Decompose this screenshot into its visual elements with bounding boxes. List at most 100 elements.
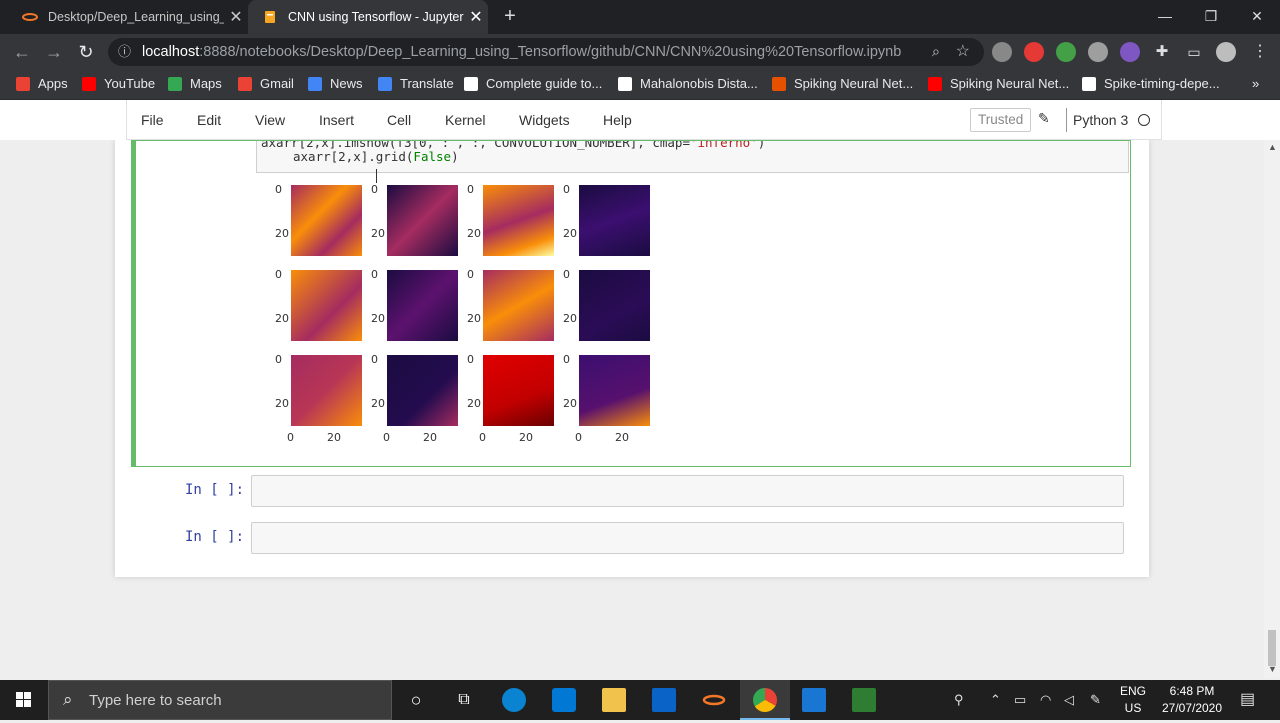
tab-desktop[interactable]: Desktop/Deep_Learning_using_Te ✕ [8, 0, 248, 34]
menu-cell[interactable]: Cell [387, 100, 411, 140]
bookmark-item[interactable]: Apps [16, 70, 68, 98]
menu-kernel[interactable]: Kernel [445, 100, 485, 140]
chrome-taskbar-button[interactable] [740, 680, 790, 720]
minimize-icon[interactable]: — [1152, 4, 1178, 28]
bookmark-item[interactable]: Spiking Neural Net... [928, 70, 1069, 98]
bookmark-item[interactable]: Maps [168, 70, 222, 98]
shield-extension-icon[interactable] [992, 42, 1012, 62]
more-bookmarks-icon[interactable]: » [1252, 70, 1259, 98]
y-tick-label: 0 [467, 353, 474, 366]
y-tick-label: 0 [371, 268, 378, 281]
language-indicator[interactable]: ENG US [1116, 683, 1150, 717]
y-tick-label: 0 [275, 268, 282, 281]
bookmark-star-icon[interactable]: ☆ [956, 38, 970, 66]
file-explorer-icon[interactable] [602, 688, 626, 712]
window-close-icon[interactable]: ✕ [1244, 4, 1270, 28]
menu-widgets[interactable]: Widgets [519, 100, 570, 140]
taskbar-search[interactable]: ⌕ Type here to search [48, 680, 392, 720]
mail-icon[interactable] [652, 688, 676, 712]
menu-edit[interactable]: Edit [197, 100, 221, 140]
trusted-badge[interactable]: Trusted [970, 108, 1032, 132]
jupyter-app-icon[interactable] [702, 688, 726, 712]
bookmark-item[interactable]: Spiking Neural Net... [772, 70, 913, 98]
empty-code-cell[interactable] [251, 475, 1124, 507]
bookmark-label: YouTube [104, 76, 156, 91]
menu-file[interactable]: File [141, 100, 164, 140]
puzzle-extensions-icon[interactable]: ✚ [1152, 42, 1172, 62]
scrollbar-thumb[interactable] [1268, 630, 1276, 666]
close-icon[interactable]: ✕ [464, 7, 488, 27]
y-tick-label: 20 [467, 227, 481, 240]
cortana-icon[interactable]: ○ [404, 688, 428, 712]
bookmark-item[interactable]: Gmail [238, 70, 294, 98]
wifi-icon[interactable]: ◠ [1040, 680, 1051, 720]
feature-map-subplot [579, 270, 650, 341]
volume-icon[interactable]: ◁ [1064, 680, 1074, 720]
start-button[interactable] [0, 680, 48, 720]
code-editor[interactable]: axarr[2,x].imshow(f3[0, : , :, CONVOLUTI… [256, 141, 1129, 173]
code-cell-selected[interactable]: axarr[2,x].imshow(f3[0, : , :, CONVOLUTI… [131, 140, 1131, 467]
info-icon[interactable]: ⓘ [118, 38, 131, 66]
windows-logo-icon [16, 692, 31, 707]
bookmark-item[interactable]: Translate [378, 70, 454, 98]
empty-code-cell[interactable] [251, 522, 1124, 554]
bookmark-item[interactable]: YouTube [82, 70, 155, 98]
menu-help[interactable]: Help [603, 100, 632, 140]
show-hidden-icon[interactable]: ⌃ [990, 680, 1001, 720]
pen-icon[interactable]: ✎ [1090, 680, 1101, 720]
tab-cnn-notebook[interactable]: CNN using Tensorflow - Jupyter N ✕ [248, 0, 488, 34]
people-icon[interactable]: ⚲ [954, 680, 964, 720]
search-icon: ⌕ [63, 690, 73, 709]
x-tick-label: 0 [383, 431, 390, 444]
bookmark-item[interactable]: Complete guide to... [464, 70, 602, 98]
task-view-icon[interactable]: ⧉ [452, 688, 476, 712]
menu-view[interactable]: View [255, 100, 285, 140]
new-tab-button[interactable]: + [500, 6, 520, 26]
feature-map-subplot [387, 270, 458, 341]
color-extension-icon[interactable] [1056, 42, 1076, 62]
address-bar[interactable]: ⓘ localhost:8888/notebooks/Desktop/Deep_… [108, 38, 984, 66]
feature-map-subplot [387, 355, 458, 426]
zoom-icon[interactable]: ⌕ [932, 38, 940, 66]
feature-map-subplot [291, 270, 362, 341]
vertical-scrollbar[interactable]: ▲ ▼ [1264, 140, 1280, 678]
app-icon[interactable] [852, 688, 876, 712]
scroll-down-icon[interactable]: ▼ [1268, 664, 1277, 674]
back-icon[interactable]: ← [10, 40, 34, 64]
y-tick-label: 20 [371, 312, 385, 325]
clock[interactable]: 6:48 PM 27/07/2020 [1150, 683, 1234, 717]
hand-extension-icon[interactable] [1024, 42, 1044, 62]
mask-extension-icon[interactable] [1120, 42, 1140, 62]
jupyter-menubar: File Edit View Insert Cell Kernel Widget… [0, 100, 1280, 141]
scroll-up-icon[interactable]: ▲ [1268, 142, 1277, 152]
edge-icon[interactable] [502, 688, 526, 712]
bookmark-label: Maps [190, 76, 222, 91]
y-tick-label: 20 [467, 312, 481, 325]
pencil-icon[interactable]: ✎ [1038, 110, 1050, 127]
cast-icon[interactable]: ▭ [1184, 42, 1204, 62]
bookmark-label: Gmail [260, 76, 294, 91]
bookmark-label: Spike-timing-depe... [1104, 76, 1220, 91]
profile-avatar[interactable] [1216, 42, 1236, 62]
bookmark-item[interactable]: Spike-timing-depe... [1082, 70, 1220, 98]
forward-icon[interactable]: → [42, 40, 66, 64]
bookmark-icon [82, 77, 96, 91]
store-icon[interactable] [552, 688, 576, 712]
reload-icon[interactable]: ↻ [74, 40, 98, 64]
notebook-icon [262, 9, 278, 25]
battery-icon[interactable]: ▭ [1014, 680, 1026, 720]
close-icon[interactable]: ✕ [224, 7, 248, 27]
y-tick-label: 0 [467, 268, 474, 281]
restore-icon[interactable]: ❐ [1198, 4, 1224, 28]
notification-icon[interactable]: ▤ [1240, 680, 1255, 720]
tab-title: Desktop/Deep_Learning_using_Te [48, 10, 224, 24]
menu-kebab-icon[interactable]: ⋮ [1250, 42, 1270, 62]
menu-insert[interactable]: Insert [319, 100, 354, 140]
photos-icon[interactable] [802, 688, 826, 712]
feature-map-subplot [291, 185, 362, 256]
feature-map-subplot [483, 185, 554, 256]
bookmark-item[interactable]: News [308, 70, 363, 98]
bookmark-item[interactable]: Mahalonobis Dista... [618, 70, 758, 98]
code-line-2: axarr[2,x].grid(False) [293, 149, 459, 164]
drive-extension-icon[interactable] [1088, 42, 1108, 62]
